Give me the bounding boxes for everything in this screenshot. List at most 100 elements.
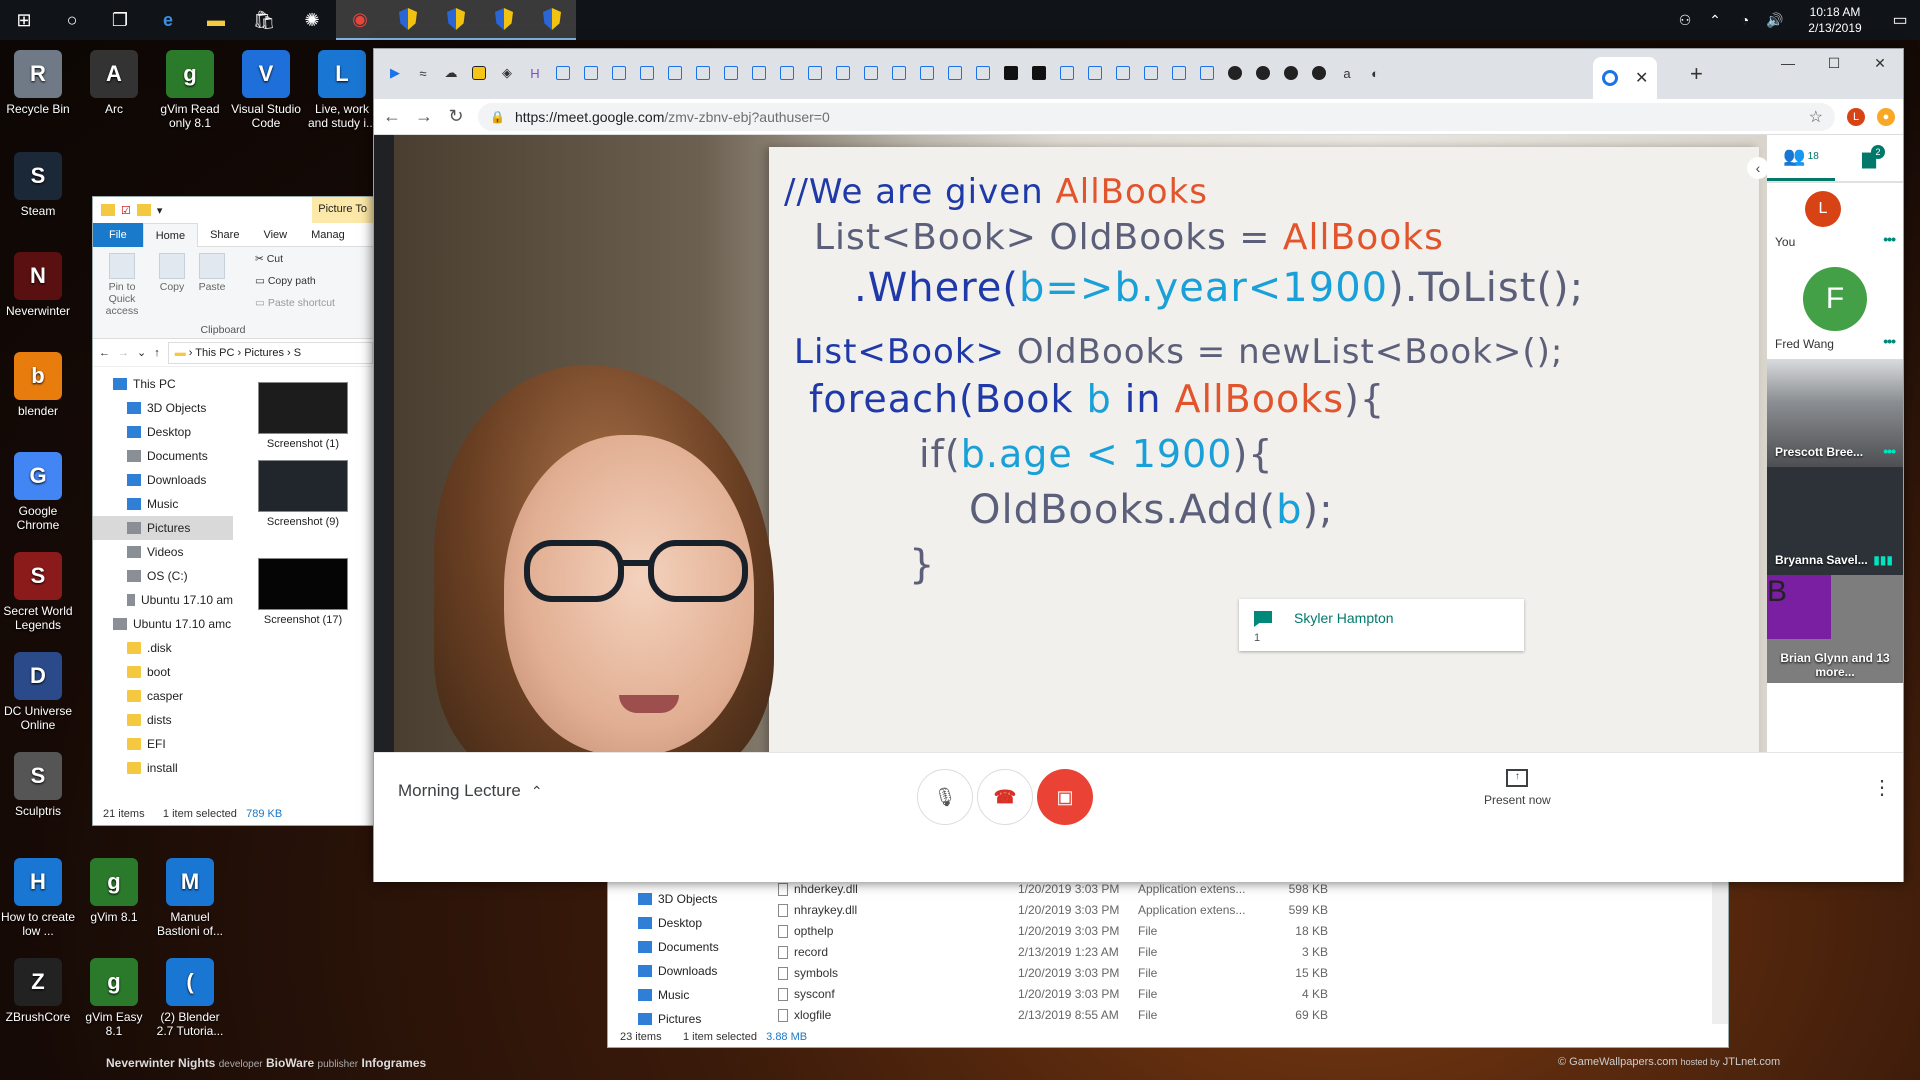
nav-item[interactable]: Music xyxy=(638,983,719,1007)
nav-item[interactable]: 3D Objects xyxy=(638,887,719,911)
desktop-icon[interactable]: G Google Chrome xyxy=(0,452,76,532)
file-explorer-window[interactable]: ☑ ▾ Picture To File Home Share View Mana… xyxy=(92,196,374,826)
shield-taskbar-icon[interactable] xyxy=(432,0,480,40)
minimize-button[interactable]: — xyxy=(1765,49,1811,77)
address-bar[interactable]: 🔒 https://meet.google.com/zmv-zbnv-ebj?a… xyxy=(478,102,1835,131)
browser-tab[interactable]: ≈ xyxy=(410,62,436,84)
browser-tab[interactable] xyxy=(466,62,492,84)
meeting-details[interactable]: Morning Lecture ⌃ xyxy=(398,781,543,801)
shield-taskbar-icon[interactable] xyxy=(384,0,432,40)
thumbnail-item[interactable]: Screenshot (9) xyxy=(258,460,348,528)
volume-icon[interactable]: 🔊 xyxy=(1760,12,1790,29)
desktop-icon[interactable]: V Visual Studio Code xyxy=(228,50,304,130)
desktop-icon[interactable]: A Arc xyxy=(76,50,152,116)
breadcrumb-item[interactable]: This PC xyxy=(195,347,234,359)
hang-up-button[interactable]: ☎ xyxy=(977,769,1033,825)
reload-icon[interactable]: ↻ xyxy=(446,106,466,127)
browser-tab[interactable] xyxy=(1138,62,1164,84)
nav-item[interactable]: casper xyxy=(93,684,233,708)
browser-tab[interactable] xyxy=(1306,62,1332,84)
browser-tab[interactable] xyxy=(886,62,912,84)
file-row[interactable]: xlogfile 2/13/2019 8:55 AM File 69 KB xyxy=(778,1005,1328,1026)
browser-tab[interactable] xyxy=(774,62,800,84)
browser-tab[interactable] xyxy=(830,62,856,84)
tab-chat[interactable]: ▆ xyxy=(1835,135,1903,181)
tab-view[interactable]: View xyxy=(251,229,299,241)
file-explorer-window-2[interactable]: 3D Objects Desktop Documents Downloads Music… xyxy=(607,878,1729,1048)
nav-item[interactable]: Downloads xyxy=(93,468,233,492)
desktop-icon[interactable]: N Neverwinter xyxy=(0,252,76,318)
file-explorer-taskbar-icon[interactable]: ▬ xyxy=(192,0,240,40)
browser-tab[interactable] xyxy=(1278,62,1304,84)
browser-tab[interactable] xyxy=(550,62,576,84)
thumbnail-item[interactable]: Screenshot (17) xyxy=(258,558,348,626)
thumbnail-item[interactable]: Screenshot (1) xyxy=(258,382,348,450)
browser-tab[interactable] xyxy=(718,62,744,84)
browser-tab[interactable] xyxy=(1222,62,1248,84)
desktop-icon[interactable]: L Live, work and study i... xyxy=(304,50,380,130)
browser-tab[interactable] xyxy=(1110,62,1136,84)
browser-tab[interactable] xyxy=(1054,62,1080,84)
browser-tab[interactable] xyxy=(1026,62,1052,84)
browser-tab[interactable] xyxy=(634,62,660,84)
chrome-window[interactable]: ✕ + — ☐ ✕ ▶ ≈ ☁ ◈ Ha ◐ ← → ↻ 🔒 https://meet.g… xyxy=(373,48,1904,882)
tab-home[interactable]: Home xyxy=(142,222,199,247)
wifi-icon[interactable]: ◔ xyxy=(1730,12,1760,28)
shield-taskbar-icon[interactable] xyxy=(528,0,576,40)
tab-manage[interactable]: Manag xyxy=(299,229,357,241)
paste-shortcut-button[interactable]: ▭ Paste shortcut xyxy=(255,297,335,309)
lock-icon[interactable]: 🔒 xyxy=(490,110,505,124)
nav-item[interactable]: Music xyxy=(93,492,233,516)
explorer-title-bar[interactable]: ☑ ▾ Picture To xyxy=(93,197,373,223)
bookmark-star-icon[interactable]: ☆ xyxy=(1809,107,1823,127)
browser-tab[interactable]: ▶ xyxy=(382,62,408,84)
chat-notification-card[interactable]: Skyler Hampton 1 xyxy=(1239,599,1524,651)
desktop-icon[interactable]: M Manuel Bastioni of... xyxy=(152,858,228,938)
present-now-button[interactable]: ↑ Present now xyxy=(1484,769,1551,807)
browser-tab[interactable] xyxy=(858,62,884,84)
desktop-icon[interactable]: ((2) Blender 2.7 Tutoria... xyxy=(152,958,228,1038)
nav-item[interactable]: EFI xyxy=(93,732,233,756)
back-icon[interactable]: ← xyxy=(99,347,110,359)
desktop-icon[interactable]: Z ZBrushCore xyxy=(0,958,76,1024)
nav-item[interactable]: OS (C:) xyxy=(93,564,233,588)
tab-people[interactable]: 👥 18 xyxy=(1767,135,1835,181)
store-taskbar-icon[interactable]: 🛍 xyxy=(240,0,288,40)
file-row[interactable]: opthelp 1/20/2019 3:03 PM File 18 KB xyxy=(778,921,1328,942)
forward-icon[interactable]: → xyxy=(118,347,129,359)
pin-quick-access-button[interactable]: Pin to Quick access xyxy=(97,253,147,317)
browser-tab[interactable] xyxy=(970,62,996,84)
desktop-icon[interactable]: R Recycle Bin xyxy=(0,50,76,116)
more-options-icon[interactable]: ⋮ xyxy=(1872,775,1892,800)
chrome-taskbar-icon[interactable]: ◉ xyxy=(336,0,384,40)
participant-bryanna[interactable]: Bryanna Savel... ▮▮▮ xyxy=(1767,467,1903,575)
nav-item[interactable]: Downloads xyxy=(638,959,719,983)
cortana-search-icon[interactable]: ○ xyxy=(48,0,96,40)
close-tab-icon[interactable]: ✕ xyxy=(1635,68,1648,88)
browser-tab[interactable] xyxy=(998,62,1024,84)
close-window-button[interactable]: ✕ xyxy=(1857,49,1903,77)
nav-item[interactable]: 3D Objects xyxy=(93,396,233,420)
participant-prescott[interactable]: Prescott Bree... ••• xyxy=(1767,359,1903,467)
browser-tab[interactable] xyxy=(914,62,940,84)
nav-item[interactable]: Ubuntu 17.10 am xyxy=(93,588,233,612)
browser-tab[interactable]: ◐ xyxy=(1362,62,1388,84)
breadcrumb[interactable]: ▬ › This PC › Pictures › S xyxy=(167,341,373,364)
camera-toggle-button[interactable]: ▣ xyxy=(1037,769,1093,825)
edge-taskbar-icon[interactable]: e xyxy=(144,0,192,40)
main-video[interactable]: //We are given AllBooks List<Book> OldBo… xyxy=(394,135,1787,752)
up-icon[interactable]: ↑ xyxy=(154,347,160,359)
browser-tab[interactable] xyxy=(690,62,716,84)
copy-path-button[interactable]: ▭ Copy path xyxy=(255,275,316,287)
nav-item[interactable]: Videos xyxy=(93,540,233,564)
chevron-up-icon[interactable]: ⌃ xyxy=(1700,12,1730,29)
desktop-icon[interactable]: S Sculptris xyxy=(0,752,76,818)
file-row[interactable]: sysconf 1/20/2019 3:03 PM File 4 KB xyxy=(778,984,1328,1005)
desktop-icon[interactable]: H How to create low ... xyxy=(0,858,76,938)
clock[interactable]: 10:18 AM 2/13/2019 xyxy=(1790,4,1880,36)
more-options-icon[interactable]: ••• xyxy=(1883,231,1896,247)
nav-item[interactable]: Documents xyxy=(638,935,719,959)
browser-tab[interactable] xyxy=(578,62,604,84)
more-options-icon[interactable]: ••• xyxy=(1883,333,1896,349)
file-row[interactable]: nhraykey.dll 1/20/2019 3:03 PM Application… xyxy=(778,900,1328,921)
